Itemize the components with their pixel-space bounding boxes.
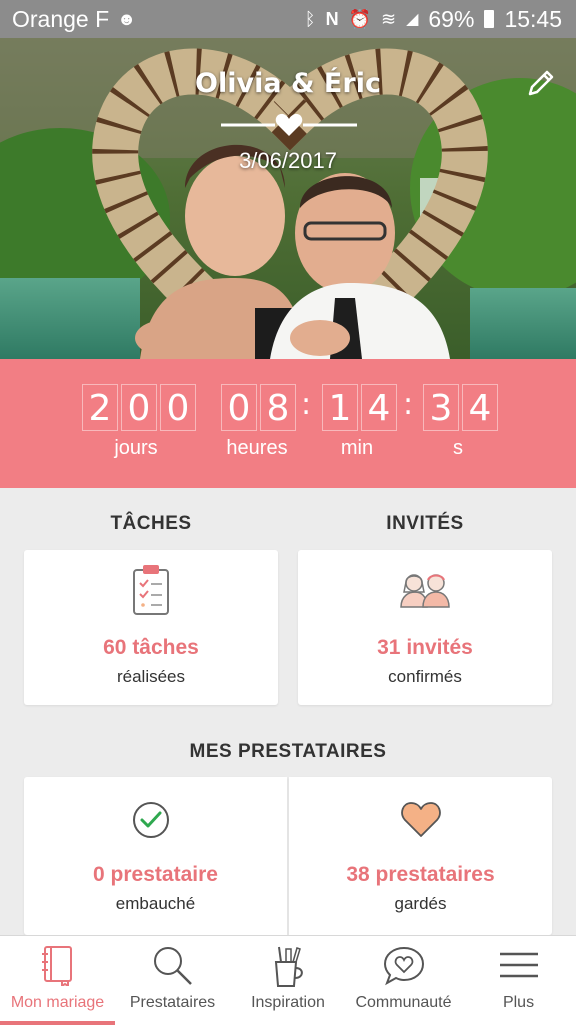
community-icon <box>383 946 425 986</box>
notification-icon: ☻ <box>117 8 137 29</box>
wifi-icon: ≋ <box>380 8 397 29</box>
saved-vendors-count: 38 prestataires <box>346 863 495 886</box>
minutes-label: min <box>340 437 374 459</box>
nav-inspiration[interactable]: Inspiration <box>230 936 346 1025</box>
days-digit: 2 <box>82 384 118 431</box>
guests-heading: INVITÉS <box>386 513 464 534</box>
nav-prestataires[interactable]: Prestataires <box>115 936 230 1025</box>
battery-level: 69% <box>428 5 475 32</box>
active-tab-indicator <box>0 1021 115 1025</box>
wedding-date: 3/06/2017 <box>239 148 337 173</box>
clipboard-checklist-icon <box>133 565 169 615</box>
check-circle-icon <box>133 802 169 838</box>
hired-vendors-card[interactable]: 0 prestataire embauché <box>24 777 287 935</box>
wedding-countdown: 2 0 0 0 8 : 1 4 : 3 4 jours heures min s <box>0 359 576 488</box>
couple-photo: Olivia & Éric 3/06/2017 <box>0 38 576 359</box>
nav-label: Communauté <box>355 994 452 1011</box>
guests-people-icon <box>400 574 450 608</box>
nav-label: Plus <box>502 994 535 1011</box>
guests-count: 31 invités <box>377 636 473 659</box>
tasks-card[interactable]: 60 tâches réalisées <box>24 550 278 705</box>
carrier-name: Orange F <box>12 5 110 32</box>
couple-names: Olivia & Éric <box>195 68 381 99</box>
nav-label: Mon mariage <box>10 994 105 1011</box>
menu-icon <box>500 952 538 978</box>
tasks-count: 60 tâches <box>103 636 199 659</box>
hours-digit: 0 <box>221 384 257 431</box>
nav-label: Inspiration <box>251 994 325 1011</box>
saved-vendors-card[interactable]: 38 prestataires gardés <box>289 777 552 935</box>
vendors-heading: MES PRESTATAIRES <box>189 741 387 762</box>
time-separator: : <box>403 387 414 422</box>
minutes-digit: 4 <box>361 384 397 431</box>
days-digit: 0 <box>160 384 196 431</box>
tasks-caption: réalisées <box>116 667 186 686</box>
time-separator: : <box>301 387 312 422</box>
tasks-heading: TÂCHES <box>110 513 192 534</box>
hired-vendors-count: 0 prestataire <box>93 863 218 886</box>
guests-card[interactable]: 31 invités confirmés <box>298 550 552 705</box>
minutes-digit: 1 <box>322 384 358 431</box>
status-bar: Orange F ☻ ᛒ N ⏰ ≋ ◢ 69% 15:45 <box>0 0 576 38</box>
battery-icon <box>484 10 495 28</box>
hours-label: heures <box>226 437 288 459</box>
saved-vendors-caption: gardés <box>394 894 447 913</box>
nav-label: Prestataires <box>129 994 216 1011</box>
nfc-icon: N <box>325 8 339 29</box>
nav-communaute[interactable]: Communauté <box>346 936 461 1025</box>
bottom-navigation: Mon mariage Prestataires Inspiration Com… <box>0 935 576 1025</box>
clock: 15:45 <box>504 5 562 32</box>
notebook-icon <box>42 946 72 986</box>
inspiration-icon <box>274 946 303 987</box>
bluetooth-icon: ᛒ <box>304 8 316 29</box>
nav-mon-mariage[interactable]: Mon mariage <box>0 936 115 1025</box>
days-digit: 0 <box>121 384 157 431</box>
signal-icon: ◢ <box>406 11 419 28</box>
hours-digit: 8 <box>260 384 296 431</box>
edit-pencil-icon[interactable] <box>526 68 556 98</box>
search-icon <box>154 947 192 985</box>
heart-divider-icon <box>221 113 357 136</box>
nav-plus[interactable]: Plus <box>461 936 576 1025</box>
alarm-icon: ⏰ <box>348 8 371 29</box>
heart-icon <box>401 802 441 837</box>
days-label: jours <box>114 437 158 459</box>
guests-caption: confirmés <box>388 667 462 686</box>
seconds-label: s <box>453 437 463 459</box>
seconds-digit: 4 <box>462 384 498 431</box>
hired-vendors-caption: embauché <box>115 894 196 913</box>
seconds-digit: 3 <box>423 384 459 431</box>
